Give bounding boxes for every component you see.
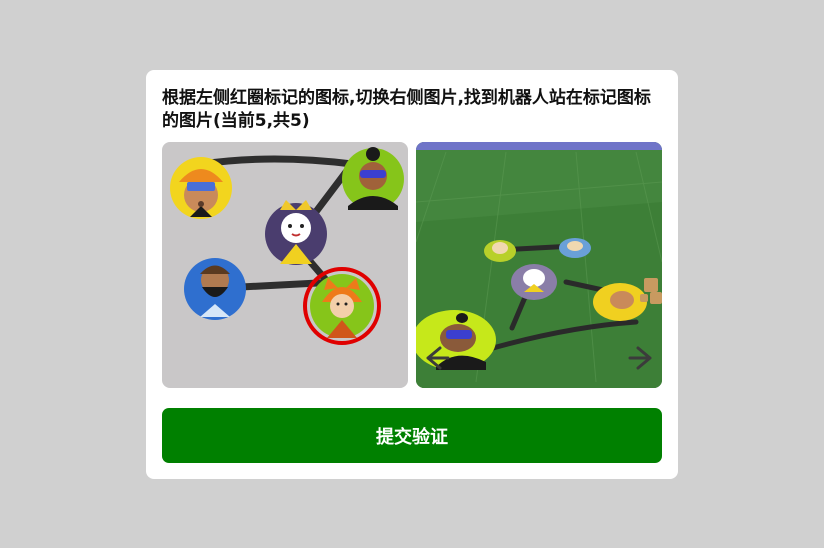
captcha-instruction: 根据左侧红圈标记的图标,切换右侧图片,找到机器人站在标记图标的图片(当前5,共5… [162,88,651,131]
avatar-icon-2 [342,147,404,210]
marked-avatar-icon [303,267,381,345]
arrow-left-icon[interactable] [420,342,452,374]
submit-verification-button[interactable]: 提交验证 [162,408,662,463]
reference-image [162,142,408,388]
arrow-right-icon[interactable] [626,342,658,374]
candidate-image[interactable] [416,142,662,388]
avatar-icon-4 [184,258,246,320]
avatar-icon-1 [170,157,232,219]
captcha-card: 根据左侧红圈标记的图标,切换右侧图片,找到机器人站在标记图标的图片(当前5,共5… [146,70,678,479]
